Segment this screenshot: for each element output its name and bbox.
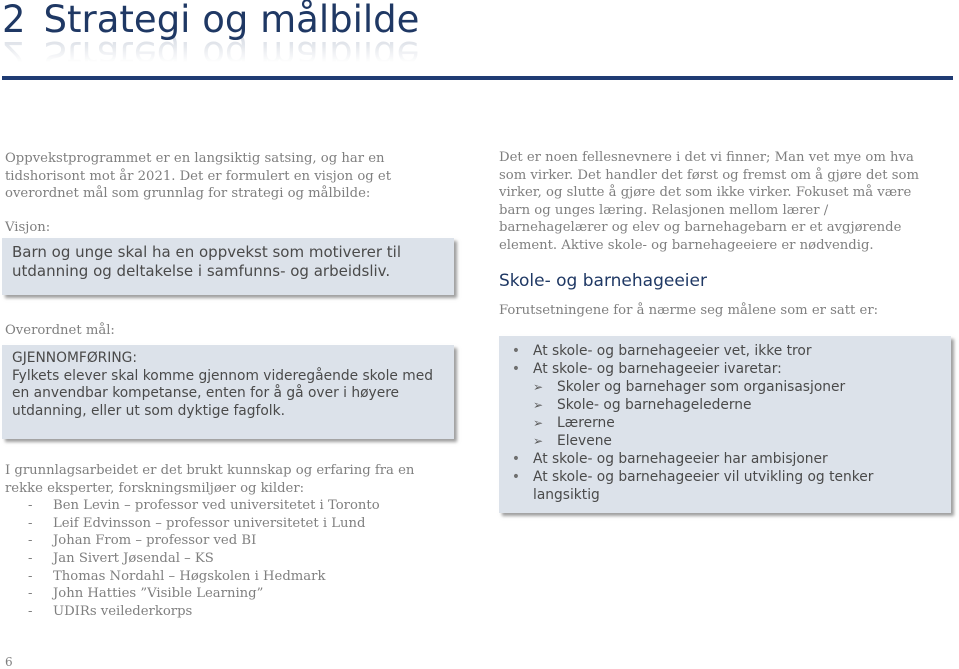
chapter-number-reflection: 2	[2, 36, 26, 74]
prerequisites-box: • At skole- og barnehageeier vet, ikke tr…	[499, 336, 951, 513]
sub-item-text: Lærerne	[557, 415, 615, 431]
experts-list: - Ben Levin – professor ved universitetet…	[5, 497, 455, 620]
sub-list-item: ➢ Skole- og barnehagelederne	[499, 396, 951, 414]
sub-item-text: Elevene	[557, 433, 612, 449]
bullet-icon: •	[511, 451, 521, 467]
list-item: - Ben Levin – professor ved universitetet…	[5, 497, 455, 515]
arrow-bullet-icon: ➢	[533, 434, 544, 448]
dash-bullet: -	[28, 586, 33, 602]
dash-bullet: -	[28, 515, 33, 531]
page-number: 6	[5, 655, 13, 669]
list-item: - Leif Edvinsson – professor universitete…	[5, 515, 455, 533]
bullet-icon: •	[511, 343, 521, 359]
bullet-icon: •	[511, 469, 521, 485]
dash-bullet: -	[28, 550, 33, 566]
list-item: • At skole- og barnehageeier vet, ikke tr…	[499, 342, 951, 360]
dash-bullet: -	[28, 533, 33, 549]
expert-name: Jan Sivert Jøsendal – KS	[53, 550, 214, 566]
goal-text: Fylkets elever skal komme gjennom videre…	[12, 367, 433, 419]
section-intro: Forutsetningene for å nærme seg målene s…	[499, 302, 879, 318]
dash-bullet: -	[28, 568, 33, 584]
arrow-bullet-icon: ➢	[533, 398, 544, 412]
list-item: • At skole- og barnehageeier har ambisjon…	[499, 450, 951, 468]
item-text: At skole- og barnehageeier har ambisjone…	[533, 451, 828, 467]
goal-label: Overordnet mål:	[5, 323, 115, 338]
vision-label: Visjon:	[5, 220, 51, 235]
list-item: - John Hatties ”Visible Learning”	[5, 585, 455, 603]
item-text: At skole- og barnehageeier ivaretar:	[533, 361, 782, 377]
vision-box: Barn og unge skal ha en oppvekst som mot…	[2, 238, 454, 295]
sub-item-text: Skoler og barnehager som organisasjoner	[557, 379, 846, 395]
bullet-icon: •	[511, 361, 521, 377]
title-reflection: 2 Strategi og målbilde	[2, 36, 419, 74]
prerequisites-list: • At skole- og barnehageeier vet, ikke tr…	[499, 336, 951, 504]
expert-name: Leif Edvinsson – professor universitetet…	[53, 515, 366, 531]
list-item: • At skole- og barnehageeier ivaretar:	[499, 360, 951, 378]
item-text: At skole- og barnehageeier vil utvikling…	[533, 469, 874, 503]
sub-list-item: ➢ Lærerne	[499, 414, 951, 432]
goal-box: GJENNOMFØRING: Fylkets elever skal komme…	[2, 345, 454, 439]
arrow-bullet-icon: ➢	[533, 416, 544, 430]
sub-list-item: ➢ Skoler og barnehager som organisasjoner	[499, 378, 951, 396]
list-item: - Johan From – professor ved BI	[5, 532, 455, 550]
list-item: - Thomas Nordahl – Høgskolen i Hedmark	[5, 568, 455, 586]
vision-text: Barn og unge skal ha en oppvekst som mot…	[12, 243, 402, 280]
page-title-wrap: 2 Strategi og målbilde 2 Strategi og målbi…	[2, 0, 419, 74]
experts-section: I grunnlagsarbeidet er det brukt kunnska…	[5, 462, 455, 620]
expert-name: Thomas Nordahl – Høgskolen i Hedmark	[53, 568, 326, 584]
dash-bullet: -	[28, 603, 33, 619]
list-item: - Jan Sivert Jøsendal – KS	[5, 550, 455, 568]
findings-paragraph: Det er noen fellesnevnere i det vi finne…	[499, 150, 919, 253]
goal-heading: GJENNOMFØRING:	[12, 350, 137, 366]
chapter-title: Strategi og målbilde	[43, 0, 420, 41]
list-item: • At skole- og barnehageeier vil utviklin…	[499, 468, 951, 504]
chapter-number: 2	[2, 0, 26, 41]
section-heading: Skole- og barnehageeier	[499, 270, 707, 291]
expert-name: John Hatties ”Visible Learning”	[53, 586, 264, 602]
list-item: - UDIRs veilederkorps	[5, 603, 455, 621]
title-underline	[2, 76, 953, 80]
experts-intro: I grunnlagsarbeidet er det brukt kunnska…	[5, 463, 415, 496]
dash-bullet: -	[28, 498, 33, 514]
expert-name: Ben Levin – professor ved universitetet …	[53, 498, 380, 514]
item-text: At skole- og barnehageeier vet, ikke tro…	[533, 343, 812, 359]
page-title: 2 Strategi og målbilde	[2, 0, 419, 40]
arrow-bullet-icon: ➢	[533, 380, 544, 394]
sub-list-item: ➢ Elevene	[499, 432, 951, 450]
sub-item-text: Skole- og barnehagelederne	[557, 397, 752, 413]
intro-paragraph: Oppvekstprogrammet er en langsiktig sats…	[5, 151, 392, 202]
expert-name: Johan From – professor ved BI	[53, 533, 257, 549]
right-column: Det er noen fellesnevnere i det vi finne…	[499, 149, 954, 319]
expert-name: UDIRs veilederkorps	[53, 603, 193, 619]
chapter-title-reflection: Strategi og målbilde	[43, 36, 420, 74]
